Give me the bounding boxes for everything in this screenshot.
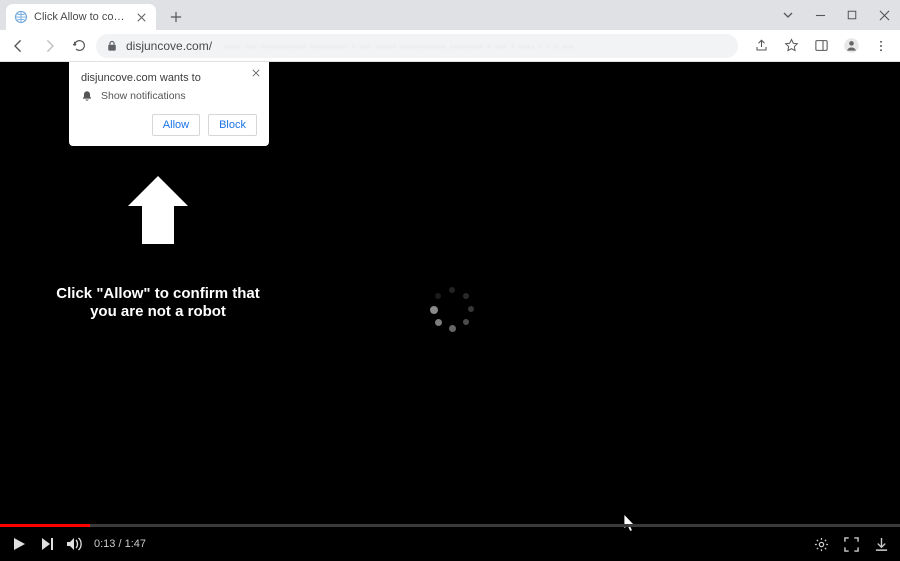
page-content: disjuncove.com wants to Show notificatio…	[0, 62, 900, 561]
maximize-button[interactable]	[836, 1, 868, 29]
next-button[interactable]	[38, 535, 56, 553]
back-button[interactable]	[6, 33, 32, 59]
popup-title: disjuncove.com wants to	[81, 72, 257, 84]
notification-permission-popup: disjuncove.com wants to Show notificatio…	[69, 62, 269, 146]
url-tail-blur: ···· ··· ··········· ········· · ··· ···…	[224, 39, 574, 53]
popup-buttons: Allow Block	[81, 114, 257, 136]
close-icon[interactable]	[134, 10, 148, 24]
up-arrow-icon	[118, 170, 198, 250]
block-button[interactable]: Block	[208, 114, 257, 136]
bell-icon	[81, 90, 93, 102]
popup-close-button[interactable]	[249, 66, 263, 80]
player-right-controls	[812, 535, 890, 553]
new-tab-button[interactable]	[164, 5, 188, 29]
gear-icon[interactable]	[812, 535, 830, 553]
url-text: disjuncove.com/	[126, 39, 212, 53]
video-player-bar: 0:13 / 1:47	[0, 527, 900, 561]
globe-icon	[14, 10, 28, 24]
tab-title: Click Allow to confirm that you a	[34, 11, 128, 23]
star-icon[interactable]	[778, 33, 804, 59]
time-display: 0:13 / 1:47	[94, 538, 146, 550]
forward-button[interactable]	[36, 33, 62, 59]
loading-spinner	[430, 287, 474, 331]
profile-icon[interactable]	[838, 33, 864, 59]
volume-button[interactable]	[66, 535, 84, 553]
menu-icon[interactable]	[868, 33, 894, 59]
address-bar[interactable]: disjuncove.com/ ···· ··· ··········· ···…	[96, 34, 738, 58]
close-window-button[interactable]	[868, 1, 900, 29]
lock-icon	[106, 40, 118, 52]
browser-toolbar: disjuncove.com/ ···· ··· ··········· ···…	[0, 30, 900, 62]
browser-tab[interactable]: Click Allow to confirm that you a	[6, 4, 156, 30]
allow-button[interactable]: Allow	[152, 114, 200, 136]
permission-text: Show notifications	[101, 90, 186, 102]
minimize-button[interactable]	[804, 1, 836, 29]
fullscreen-button[interactable]	[842, 535, 860, 553]
reload-button[interactable]	[66, 33, 92, 59]
permission-row: Show notifications	[81, 90, 257, 102]
chevron-down-icon[interactable]	[772, 1, 804, 29]
instruction-text: Click "Allow" to confirm that you are no…	[50, 285, 266, 321]
side-panel-icon[interactable]	[808, 33, 834, 59]
download-button[interactable]	[872, 535, 890, 553]
browser-window: Click Allow to confirm that you a	[0, 0, 900, 561]
scrubber-progress	[0, 524, 90, 527]
tab-strip: Click Allow to confirm that you a	[0, 0, 900, 30]
play-button[interactable]	[10, 535, 28, 553]
scrubber[interactable]	[0, 524, 900, 527]
toolbar-right	[748, 33, 894, 59]
share-icon[interactable]	[748, 33, 774, 59]
window-controls	[772, 0, 900, 30]
